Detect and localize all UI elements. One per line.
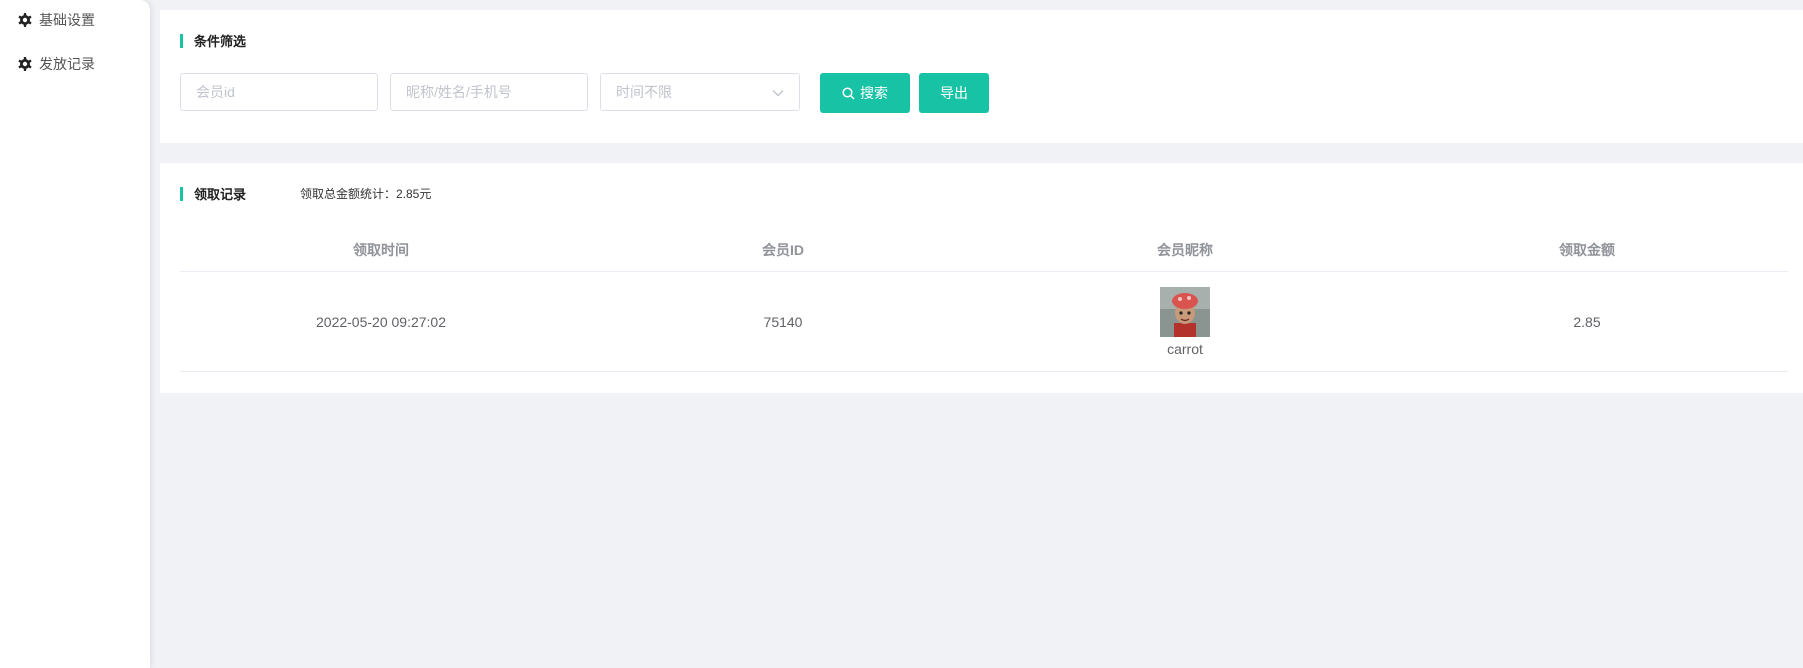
- gear-icon: [17, 56, 33, 72]
- gear-icon: [17, 12, 33, 28]
- export-button[interactable]: 导出: [919, 73, 989, 113]
- total-amount-stat: 领取总金额统计：2.85元: [300, 187, 432, 201]
- cell-nickname: carrot: [984, 286, 1386, 357]
- member-id-input[interactable]: [180, 73, 378, 111]
- filter-section-title: 条件筛选: [180, 31, 246, 50]
- export-button-label: 导出: [940, 85, 968, 101]
- column-header-amount: 领取金额: [1559, 242, 1615, 258]
- cell-amount: 2.85: [1573, 313, 1601, 330]
- sidebar: 基础设置 发放记录: [0, 0, 150, 668]
- column-header-member-id: 会员ID: [762, 242, 804, 258]
- sidebar-item-label: 基础设置: [39, 12, 95, 28]
- nickname-text: carrot: [1167, 340, 1203, 357]
- filter-card: 条件筛选 时间不限 搜索 导出: [160, 10, 1803, 143]
- records-section-title: 领取记录: [180, 184, 246, 203]
- column-header-nickname: 会员昵称: [1157, 242, 1213, 258]
- title-accent-bar: [180, 186, 183, 201]
- search-button-label: 搜索: [860, 85, 888, 101]
- records-table: 领取时间 会员ID 会员昵称 领取金额 2022-05-20 09:27:02 …: [180, 229, 1788, 372]
- time-select-value: 时间不限: [616, 84, 672, 100]
- name-phone-input[interactable]: [390, 73, 588, 111]
- avatar: [1160, 286, 1210, 337]
- table-row: 2022-05-20 09:27:02 75140 carrot 2.85: [180, 272, 1788, 372]
- column-header-time: 领取时间: [353, 242, 409, 258]
- chevron-down-icon: [772, 84, 784, 100]
- records-title: 领取记录: [194, 187, 247, 202]
- search-icon: [842, 86, 855, 100]
- sidebar-item-basic-settings[interactable]: 基础设置: [0, 0, 150, 42]
- cell-time: 2022-05-20 09:27:02: [316, 313, 446, 330]
- table-header: 领取时间 会员ID 会员昵称 领取金额: [180, 229, 1788, 272]
- time-range-select[interactable]: 时间不限: [600, 73, 800, 111]
- sidebar-item-grant-records[interactable]: 发放记录: [0, 42, 150, 86]
- search-button[interactable]: 搜索: [820, 73, 910, 113]
- sidebar-item-label: 发放记录: [39, 56, 95, 72]
- filter-title: 条件筛选: [194, 34, 247, 49]
- title-accent-bar: [180, 33, 183, 48]
- cell-member-id: 75140: [763, 313, 803, 330]
- records-card: 领取记录 领取总金额统计：2.85元 领取时间 会员ID 会员昵称 领取金额 2…: [160, 163, 1803, 393]
